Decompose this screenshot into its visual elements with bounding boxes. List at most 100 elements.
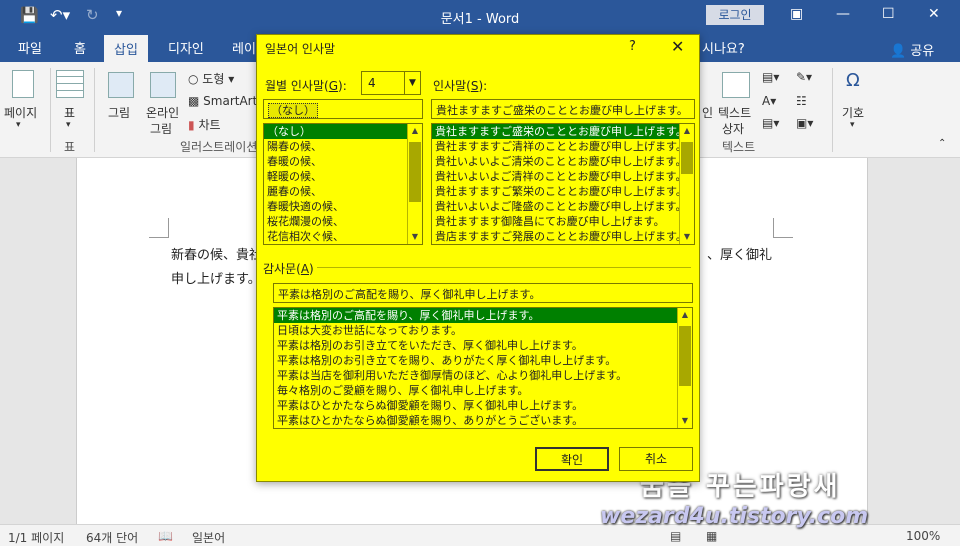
greeting-label: 인사말(S):: [433, 79, 488, 93]
list-item[interactable]: （なし）: [264, 124, 422, 139]
smartart-button[interactable]: ▩ SmartArt: [188, 94, 257, 108]
season-input-value: （なし）: [268, 103, 318, 118]
read-mode-icon[interactable]: ▤: [670, 529, 681, 543]
list-item[interactable]: 日頃は大変お世話になっております。: [274, 323, 692, 338]
table-button[interactable]: 표: [64, 104, 75, 121]
list-item[interactable]: 貴社いよいよご隆盛のこととお慶び申し上げます。: [432, 199, 694, 214]
scroll-down-icon[interactable]: ▼: [678, 414, 692, 428]
greeting-scrollbar[interactable]: ▲ ▼: [679, 124, 694, 244]
thanks-scrollbar[interactable]: ▲ ▼: [677, 308, 692, 428]
list-item[interactable]: 花信相次ぐ候、: [264, 229, 422, 244]
ok-button[interactable]: 확인: [535, 447, 609, 471]
list-item[interactable]: 貴社ますます御隆昌にてお慶び申し上げます。: [432, 214, 694, 229]
table-icon: [56, 70, 84, 98]
tab-layout[interactable]: 레이: [232, 38, 256, 57]
season-list[interactable]: （なし） 陽春の候、 春暖の候、 軽暖の候、 麗春の候、 春暖快適の候、 桜花爛…: [263, 123, 423, 245]
scroll-down-icon[interactable]: ▼: [408, 230, 422, 244]
list-item[interactable]: 平素はひとかたならぬ御愛顧を賜り、厚く御礼申し上げます。: [274, 398, 692, 413]
list-item[interactable]: 春暖の候、: [264, 154, 422, 169]
signature-line-icon[interactable]: ✎▾: [796, 70, 812, 84]
proofing-icon[interactable]: 📖: [158, 529, 173, 543]
picture-button[interactable]: 그림: [108, 104, 130, 121]
scroll-thumb[interactable]: [409, 142, 421, 202]
list-item[interactable]: 平素は当店を御利用いただき御厚情のほど、心より御礼申し上げます。: [274, 368, 692, 383]
zoom-level[interactable]: 100%: [906, 529, 940, 543]
tab-file[interactable]: 파일: [18, 38, 42, 57]
minimize-icon[interactable]: —: [836, 6, 850, 22]
group-separator: [50, 68, 51, 152]
margin-corner-mark: [149, 218, 169, 238]
month-greeting-label: 월별 인사말(G):: [265, 79, 347, 93]
word-count[interactable]: 64개 단어: [86, 529, 138, 546]
list-item[interactable]: 麗春の候、: [264, 184, 422, 199]
symbol-dropdown-icon[interactable]: ▾: [850, 120, 855, 130]
page-count[interactable]: 1/1 페이지: [8, 529, 64, 546]
list-item[interactable]: 貴社いよいよご清祥のこととお慶び申し上げます。: [432, 169, 694, 184]
list-item[interactable]: 平素は格別のお引き立てを賜り、ありがたく厚く御礼申し上げます。: [274, 353, 692, 368]
symbol-button[interactable]: 기호: [842, 104, 864, 121]
scroll-thumb[interactable]: [679, 326, 691, 386]
season-scrollbar[interactable]: ▲ ▼: [407, 124, 422, 244]
list-item[interactable]: 平素はひとかたならぬ御愛顧を賜り、ありがとうございます。: [274, 413, 692, 428]
scroll-up-icon[interactable]: ▲: [408, 124, 422, 138]
greeting-list[interactable]: 貴社ますますご盛栄のこととお慶び申し上げます。 貴社ますますご清祥のこととお慶び…: [431, 123, 695, 245]
list-item[interactable]: 平素は格別のご高配を賜り、厚く御礼申し上げます。: [274, 308, 692, 323]
season-input[interactable]: （なし）: [263, 99, 423, 119]
list-item[interactable]: 貴店ますますご発展のこととお慶び申し上げます。: [432, 229, 694, 244]
japanese-greeting-dialog: 일본어 인사말 ? ✕ 월별 인사말(G): 4 ▼ 인사말(S): （なし） …: [256, 34, 700, 482]
login-button[interactable]: 로그인: [706, 5, 764, 25]
tab-design[interactable]: 디자인: [168, 38, 204, 57]
print-layout-icon[interactable]: ▦: [706, 529, 717, 543]
wordart-icon[interactable]: A▾: [762, 94, 776, 108]
month-select[interactable]: 4 ▼: [361, 71, 421, 95]
tab-home[interactable]: 홈: [74, 38, 86, 57]
object-icon[interactable]: ▣▾: [796, 116, 813, 130]
list-item[interactable]: 毎々格別のご愛顧を賜り、厚く御礼申し上げます。: [274, 383, 692, 398]
pages-button[interactable]: 페이지: [4, 104, 37, 121]
scroll-thumb[interactable]: [681, 142, 693, 174]
tab-insert[interactable]: 삽입: [104, 35, 148, 64]
online-picture-button[interactable]: 온라인: [146, 104, 179, 121]
scroll-up-icon[interactable]: ▲: [678, 308, 692, 322]
quick-parts-icon[interactable]: ▤▾: [762, 70, 779, 84]
maximize-icon[interactable]: ☐: [882, 6, 895, 22]
list-item[interactable]: 貴社ますますご盛栄のこととお慶び申し上げます。: [432, 124, 694, 139]
thanks-text: 감사문: [263, 262, 297, 276]
text-group-label: 텍스트: [722, 140, 756, 154]
dialog-close-icon[interactable]: ✕: [671, 37, 684, 56]
document-title: 문서1 - Word: [440, 12, 520, 27]
illustrations-group-label: 일러스트레이션: [180, 140, 258, 154]
textbox-button[interactable]: 텍스트: [718, 104, 751, 121]
thanks-input[interactable]: 平素は格別のご高配を賜り、厚く御礼申し上げます。: [273, 283, 693, 303]
list-item[interactable]: 貴社いよいよご清栄のこととお慶び申し上げます。: [432, 154, 694, 169]
scroll-up-icon[interactable]: ▲: [680, 124, 694, 138]
date-time-icon[interactable]: ☷: [796, 94, 807, 108]
table-dropdown-icon[interactable]: ▾: [66, 120, 71, 130]
language-indicator[interactable]: 일본어: [192, 529, 225, 546]
list-item[interactable]: 陽春の候、: [264, 139, 422, 154]
list-item[interactable]: 桜花爛漫の候、: [264, 214, 422, 229]
close-icon[interactable]: ✕: [928, 6, 940, 22]
cancel-button[interactable]: 취소: [619, 447, 693, 471]
chart-button[interactable]: ▮ 차트: [188, 116, 221, 133]
share-button[interactable]: 👤 공유: [890, 40, 934, 59]
online-picture-icon: [150, 72, 176, 98]
help-button[interactable]: ?: [629, 39, 636, 54]
chevron-down-icon[interactable]: ▼: [404, 72, 420, 94]
month-greeting-text: 월별 인사말: [265, 79, 325, 93]
tell-me-search[interactable]: 시나요?: [702, 38, 745, 57]
dropcap-icon[interactable]: ▤▾: [762, 116, 779, 130]
list-item[interactable]: 平素は格別のお引き立てをいただき、厚く御礼申し上げます。: [274, 338, 692, 353]
pages-dropdown-icon[interactable]: ▾: [16, 120, 21, 130]
pages-icon: [12, 70, 34, 98]
list-item[interactable]: 春暖快適の候、: [264, 199, 422, 214]
greeting-input[interactable]: 貴社ますますご盛栄のこととお慶び申し上げます。: [431, 99, 695, 119]
shapes-button[interactable]: ○ 도형 ▾: [188, 70, 234, 87]
ribbon-display-icon[interactable]: ▣: [790, 6, 803, 22]
list-item[interactable]: 軽暖の候、: [264, 169, 422, 184]
collapse-ribbon-icon[interactable]: ⌃: [938, 138, 946, 149]
scroll-down-icon[interactable]: ▼: [680, 230, 694, 244]
list-item[interactable]: 貴社ますますご繁栄のこととお慶び申し上げます。: [432, 184, 694, 199]
thanks-list[interactable]: 平素は格別のご高配を賜り、厚く御礼申し上げます。 日頃は大変お世話になっておりま…: [273, 307, 693, 429]
list-item[interactable]: 貴社ますますご清祥のこととお慶び申し上げます。: [432, 139, 694, 154]
